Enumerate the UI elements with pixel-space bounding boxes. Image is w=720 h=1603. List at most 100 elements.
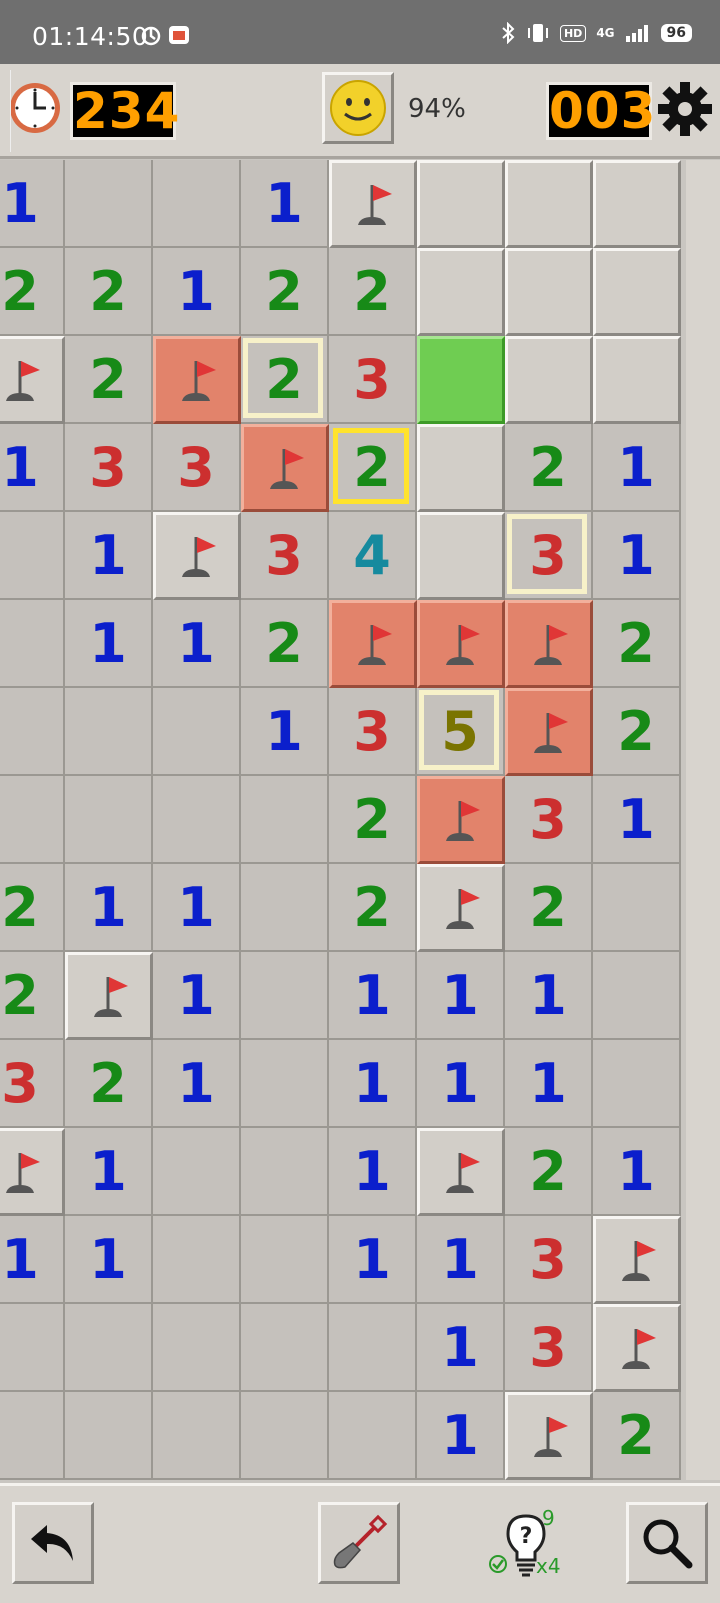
number-cell[interactable]: 3 bbox=[505, 1216, 593, 1304]
number-cell[interactable]: 3 bbox=[505, 1304, 593, 1392]
empty-cell[interactable] bbox=[329, 1304, 417, 1392]
number-cell[interactable]: 2 bbox=[505, 1128, 593, 1216]
flagged-cell-wrong[interactable] bbox=[153, 336, 241, 424]
number-cell[interactable]: 2 bbox=[593, 688, 681, 776]
empty-cell[interactable] bbox=[241, 1128, 329, 1216]
number-cell[interactable]: 2 bbox=[329, 248, 417, 336]
covered-cell[interactable] bbox=[505, 248, 593, 336]
number-cell[interactable]: 1 bbox=[153, 952, 241, 1040]
empty-cell[interactable] bbox=[153, 1304, 241, 1392]
empty-cell[interactable] bbox=[0, 600, 65, 688]
number-cell[interactable]: 3 bbox=[0, 1040, 65, 1128]
number-cell[interactable]: 1 bbox=[329, 1216, 417, 1304]
number-cell[interactable]: 3 bbox=[505, 512, 593, 600]
number-cell[interactable]: 1 bbox=[505, 1040, 593, 1128]
number-cell[interactable]: 1 bbox=[505, 952, 593, 1040]
flagged-cell-wrong[interactable] bbox=[241, 424, 329, 512]
number-cell[interactable]: 3 bbox=[329, 336, 417, 424]
number-cell[interactable]: 5 bbox=[417, 688, 505, 776]
settings-gear-icon[interactable] bbox=[656, 80, 714, 138]
number-cell[interactable]: 3 bbox=[329, 688, 417, 776]
number-cell[interactable]: 1 bbox=[153, 1040, 241, 1128]
number-cell[interactable]: 2 bbox=[0, 864, 65, 952]
minefield-board[interactable]: 1122122223133221134311122135223121122211… bbox=[0, 160, 720, 1480]
number-cell[interactable]: 1 bbox=[593, 424, 681, 512]
dig-shovel-button[interactable] bbox=[318, 1502, 400, 1584]
number-cell[interactable]: 3 bbox=[241, 512, 329, 600]
number-cell[interactable]: 2 bbox=[505, 864, 593, 952]
number-cell[interactable]: 1 bbox=[153, 248, 241, 336]
number-cell[interactable]: 3 bbox=[65, 424, 153, 512]
flagged-cell-wrong[interactable] bbox=[417, 776, 505, 864]
number-cell[interactable]: 2 bbox=[329, 864, 417, 952]
number-cell[interactable]: 1 bbox=[65, 864, 153, 952]
flagged-cell-wrong[interactable] bbox=[505, 688, 593, 776]
number-cell[interactable]: 1 bbox=[65, 600, 153, 688]
empty-cell[interactable] bbox=[65, 160, 153, 248]
empty-cell[interactable] bbox=[593, 864, 681, 952]
number-cell[interactable]: 1 bbox=[329, 952, 417, 1040]
number-cell[interactable]: 1 bbox=[417, 1216, 505, 1304]
empty-cell[interactable] bbox=[153, 776, 241, 864]
covered-cell[interactable] bbox=[417, 424, 505, 512]
number-cell[interactable]: 1 bbox=[593, 512, 681, 600]
number-cell[interactable]: 1 bbox=[593, 776, 681, 864]
number-cell[interactable]: 1 bbox=[0, 160, 65, 248]
flagged-cell[interactable] bbox=[417, 1128, 505, 1216]
empty-cell[interactable] bbox=[153, 1392, 241, 1480]
covered-cell[interactable] bbox=[505, 160, 593, 248]
covered-cell[interactable] bbox=[417, 160, 505, 248]
number-cell[interactable]: 2 bbox=[65, 336, 153, 424]
number-cell[interactable]: 1 bbox=[329, 1040, 417, 1128]
number-cell[interactable]: 2 bbox=[65, 1040, 153, 1128]
empty-cell[interactable] bbox=[65, 1392, 153, 1480]
empty-cell[interactable] bbox=[0, 776, 65, 864]
covered-cell[interactable] bbox=[593, 248, 681, 336]
number-cell[interactable]: 1 bbox=[241, 160, 329, 248]
number-cell[interactable]: 1 bbox=[153, 864, 241, 952]
number-cell[interactable]: 1 bbox=[329, 1128, 417, 1216]
flagged-cell-wrong[interactable] bbox=[329, 600, 417, 688]
number-cell[interactable]: 2 bbox=[593, 1392, 681, 1480]
new-game-smiley-button[interactable] bbox=[322, 72, 394, 144]
flagged-cell[interactable] bbox=[0, 1128, 65, 1216]
number-cell[interactable]: 2 bbox=[329, 424, 417, 512]
empty-cell[interactable] bbox=[593, 1040, 681, 1128]
covered-cell[interactable] bbox=[593, 336, 681, 424]
number-cell[interactable]: 1 bbox=[0, 424, 65, 512]
number-cell[interactable]: 2 bbox=[241, 336, 329, 424]
number-cell[interactable]: 2 bbox=[0, 952, 65, 1040]
empty-cell[interactable] bbox=[241, 1304, 329, 1392]
empty-cell[interactable] bbox=[0, 1392, 65, 1480]
safe-hint-cell[interactable] bbox=[417, 336, 505, 424]
number-cell[interactable]: 2 bbox=[241, 600, 329, 688]
number-cell[interactable]: 1 bbox=[65, 1216, 153, 1304]
empty-cell[interactable] bbox=[0, 688, 65, 776]
flagged-cell[interactable] bbox=[0, 336, 65, 424]
empty-cell[interactable] bbox=[241, 1040, 329, 1128]
empty-cell[interactable] bbox=[65, 1304, 153, 1392]
empty-cell[interactable] bbox=[153, 160, 241, 248]
zoom-search-button[interactable] bbox=[626, 1502, 708, 1584]
covered-cell[interactable] bbox=[417, 248, 505, 336]
number-cell[interactable]: 3 bbox=[505, 776, 593, 864]
number-cell[interactable]: 1 bbox=[241, 688, 329, 776]
covered-cell[interactable] bbox=[505, 336, 593, 424]
number-cell[interactable]: 2 bbox=[329, 776, 417, 864]
empty-cell[interactable] bbox=[0, 512, 65, 600]
undo-button[interactable] bbox=[12, 1502, 94, 1584]
empty-cell[interactable] bbox=[241, 1392, 329, 1480]
empty-cell[interactable] bbox=[65, 776, 153, 864]
empty-cell[interactable] bbox=[241, 1216, 329, 1304]
empty-cell[interactable] bbox=[593, 952, 681, 1040]
empty-cell[interactable] bbox=[241, 864, 329, 952]
number-cell[interactable]: 1 bbox=[417, 1304, 505, 1392]
number-cell[interactable]: 1 bbox=[153, 600, 241, 688]
number-cell[interactable]: 2 bbox=[0, 248, 65, 336]
empty-cell[interactable] bbox=[329, 1392, 417, 1480]
flagged-cell-wrong[interactable] bbox=[417, 600, 505, 688]
number-cell[interactable]: 1 bbox=[65, 1128, 153, 1216]
empty-cell[interactable] bbox=[241, 952, 329, 1040]
number-cell[interactable]: 2 bbox=[65, 248, 153, 336]
covered-cell[interactable] bbox=[593, 160, 681, 248]
